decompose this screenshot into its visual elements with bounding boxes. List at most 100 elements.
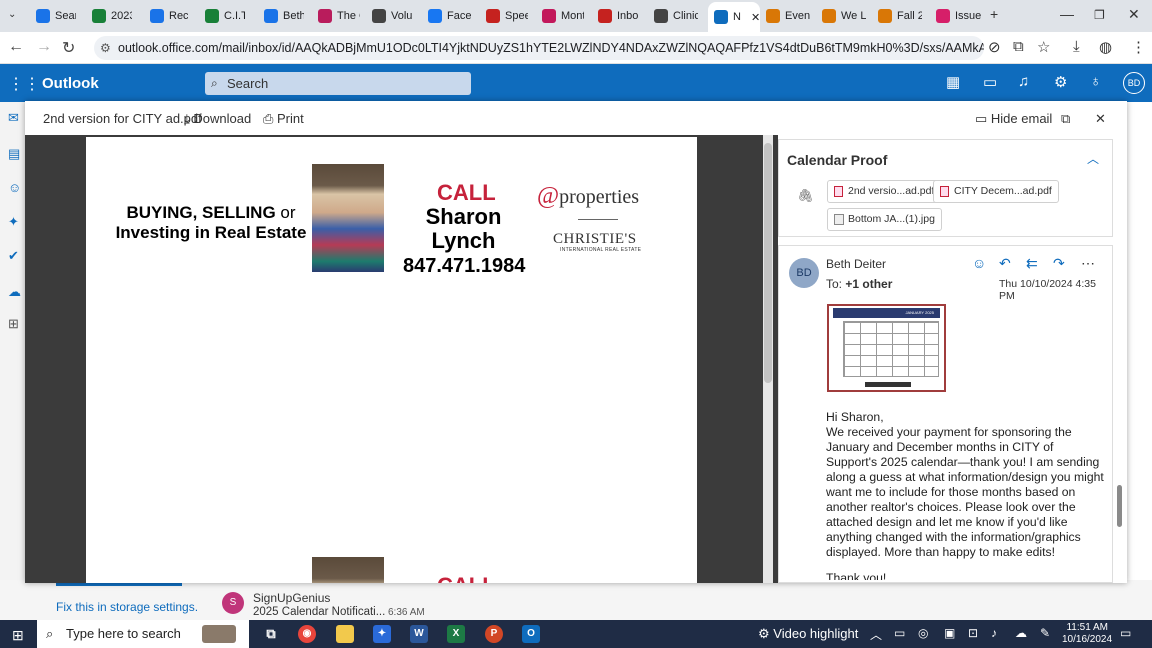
mail-item-sender[interactable]: SignUpGenius bbox=[253, 591, 330, 605]
chrome-icon[interactable]: ◉ bbox=[298, 625, 316, 643]
screen-share-icon[interactable]: ⊘ bbox=[988, 38, 1001, 56]
sender-avatar[interactable]: BD bbox=[789, 258, 819, 288]
mail-icon[interactable]: ✉ bbox=[8, 110, 19, 126]
search-highlight-icon[interactable] bbox=[202, 625, 236, 643]
site-info-icon[interactable]: ⚙ bbox=[100, 36, 111, 60]
install-app-icon[interactable]: ⧉ bbox=[1013, 38, 1024, 55]
app-icon[interactable]: ✦ bbox=[373, 625, 391, 643]
open-new-window-icon[interactable]: ⧉ bbox=[1061, 111, 1070, 127]
todo-icon[interactable]: ✔ bbox=[8, 248, 19, 264]
notifications-icon[interactable]: ♫ bbox=[1018, 73, 1029, 90]
settings-gear-icon[interactable]: ⚙ bbox=[1054, 73, 1067, 91]
collapse-chevron-icon[interactable]: ︿ bbox=[1087, 150, 1099, 167]
browser-tab[interactable]: Inbo bbox=[598, 4, 640, 28]
app-launcher-icon[interactable]: ⋮⋮ bbox=[8, 74, 40, 94]
notification-center-icon[interactable]: ▭ bbox=[1120, 626, 1131, 640]
browser-tab[interactable]: Fall 2 bbox=[878, 4, 922, 28]
tab-label: Searc bbox=[55, 10, 76, 22]
attachment-chip[interactable]: Bottom JA...(1).jpg bbox=[827, 208, 942, 231]
browser-tab[interactable]: N ✕ bbox=[708, 2, 760, 32]
task-view-icon[interactable]: ⧉ bbox=[262, 625, 280, 643]
onedrive-cloud-icon[interactable]: ☁ bbox=[1015, 626, 1027, 640]
url-field[interactable]: ⚙ outlook.office.com/mail/inbox/id/AAQkA… bbox=[94, 36, 984, 60]
account-avatar[interactable]: BD bbox=[1123, 72, 1145, 94]
recipients[interactable]: To: +1 other bbox=[826, 277, 892, 291]
christies-logo: CHRISTIE'S bbox=[553, 231, 637, 247]
pen-icon[interactable]: ✎ bbox=[1040, 626, 1050, 640]
browser-tab[interactable]: Spee bbox=[486, 4, 528, 28]
pdf-scrollbar[interactable] bbox=[763, 135, 773, 583]
windows-start-icon[interactable]: ⊞ bbox=[12, 627, 24, 644]
browser-tab[interactable]: Volu bbox=[372, 4, 414, 28]
attachment-chip[interactable]: CITY Decem...ad.pdf bbox=[933, 180, 1059, 203]
excel-icon[interactable]: X bbox=[447, 625, 465, 643]
teams-icon[interactable]: ▦ bbox=[946, 73, 960, 91]
hide-email-button[interactable]: ▭ Hide email bbox=[975, 111, 1052, 127]
calendar-icon[interactable]: ▤ bbox=[8, 146, 20, 162]
file-explorer-icon[interactable] bbox=[336, 625, 354, 643]
browser-tab[interactable]: The C bbox=[318, 4, 360, 28]
reading-scrollbar[interactable] bbox=[1115, 245, 1125, 583]
more-actions-icon[interactable]: ⋯ bbox=[1081, 255, 1095, 272]
new-tab-icon[interactable]: + bbox=[990, 6, 998, 22]
display-icon[interactable]: ▣ bbox=[944, 626, 955, 640]
print-button[interactable]: ⎙ Print bbox=[263, 111, 304, 127]
show-hidden-icons-icon[interactable]: ︿ bbox=[870, 626, 882, 643]
more-apps-icon[interactable]: ⊞ bbox=[8, 316, 19, 332]
battery-icon[interactable]: ▭ bbox=[894, 626, 905, 640]
outlook-icon[interactable]: O bbox=[522, 625, 540, 643]
calendar-image[interactable]: JANUARY 2025 bbox=[827, 304, 946, 392]
reading-scroll-thumb[interactable] bbox=[1117, 485, 1122, 527]
volume-icon[interactable]: ♪ bbox=[991, 626, 997, 640]
browser-tab[interactable]: Faceb bbox=[428, 4, 472, 28]
pdf-viewer[interactable]: BUYING, SELLING or Investing in Real Est… bbox=[25, 135, 795, 583]
emoji-react-icon[interactable]: ☺ bbox=[972, 255, 986, 271]
browser-tab[interactable]: Clinic bbox=[654, 4, 698, 28]
download-label: Download bbox=[193, 111, 252, 126]
tips-lightbulb-icon[interactable]: ♁ bbox=[1090, 73, 1101, 90]
capture-icon[interactable]: ⊡ bbox=[968, 626, 978, 640]
bookmark-star-icon[interactable]: ☆ bbox=[1037, 38, 1050, 56]
browser-tab[interactable]: C.I.T. bbox=[205, 4, 245, 28]
browser-tab[interactable]: Searc bbox=[36, 4, 76, 28]
tab-search-chevron-icon[interactable]: ⌄ bbox=[8, 9, 16, 20]
groups-icon[interactable]: ✦ bbox=[8, 214, 19, 230]
browser-tab[interactable]: We L bbox=[822, 4, 866, 28]
ad-or: or bbox=[275, 203, 296, 222]
people-icon[interactable]: ☺ bbox=[8, 180, 21, 195]
browser-tab[interactable]: Beth bbox=[264, 4, 304, 28]
browser-tab[interactable]: Rece bbox=[150, 4, 188, 28]
search-box[interactable]: ⌕ Search bbox=[205, 72, 471, 95]
word-icon[interactable]: W bbox=[410, 625, 428, 643]
sender-name[interactable]: Beth Deiter bbox=[826, 257, 886, 271]
reply-icon[interactable]: ↶ bbox=[999, 255, 1011, 272]
downloads-icon[interactable]: ⤓ bbox=[1073, 38, 1080, 55]
app-brand[interactable]: Outlook bbox=[42, 75, 99, 92]
attachment-chip[interactable]: 2nd versio...ad.pdf bbox=[827, 180, 942, 203]
mail-item-subject[interactable]: 2025 Calendar Notificati... bbox=[253, 606, 385, 618]
taskbar-clock[interactable]: 11:51 AM 10/16/2024 bbox=[1062, 622, 1112, 646]
browser-tab[interactable]: 2023 bbox=[92, 4, 132, 28]
powerpoint-icon[interactable]: P bbox=[485, 625, 503, 643]
pdf-scroll-thumb[interactable] bbox=[764, 143, 772, 383]
camera-icon[interactable]: ◎ bbox=[918, 626, 928, 640]
profile-icon[interactable]: ◍ bbox=[1099, 38, 1112, 56]
browser-tab[interactable]: Mont bbox=[542, 4, 584, 28]
video-highlight-widget[interactable]: ⚙ Video highlight bbox=[758, 626, 858, 642]
download-button[interactable]: ⤓ Download bbox=[184, 111, 251, 127]
onedrive-icon[interactable]: ☁ bbox=[8, 284, 21, 300]
storage-settings-link[interactable]: Fix this in storage settings. bbox=[56, 600, 198, 614]
reload-icon[interactable]: ↻ bbox=[62, 38, 75, 58]
forward-icon[interactable]: ↷ bbox=[1053, 255, 1065, 272]
browser-tab[interactable]: Event bbox=[766, 4, 810, 28]
close-preview-icon[interactable]: ✕ bbox=[1095, 111, 1106, 127]
back-icon[interactable]: ← bbox=[8, 38, 24, 56]
minimize-icon[interactable]: — bbox=[1060, 6, 1074, 22]
tasks-icon[interactable]: ▭ bbox=[983, 73, 997, 91]
reply-all-icon[interactable]: ⇇ bbox=[1026, 255, 1038, 272]
menu-dots-icon[interactable]: ⋮ bbox=[1131, 38, 1146, 56]
browser-tab[interactable]: Issue bbox=[936, 4, 982, 28]
close-window-icon[interactable]: ✕ bbox=[1128, 6, 1140, 23]
close-tab-icon[interactable]: ✕ bbox=[751, 11, 760, 24]
restore-icon[interactable]: ❐ bbox=[1094, 8, 1105, 22]
